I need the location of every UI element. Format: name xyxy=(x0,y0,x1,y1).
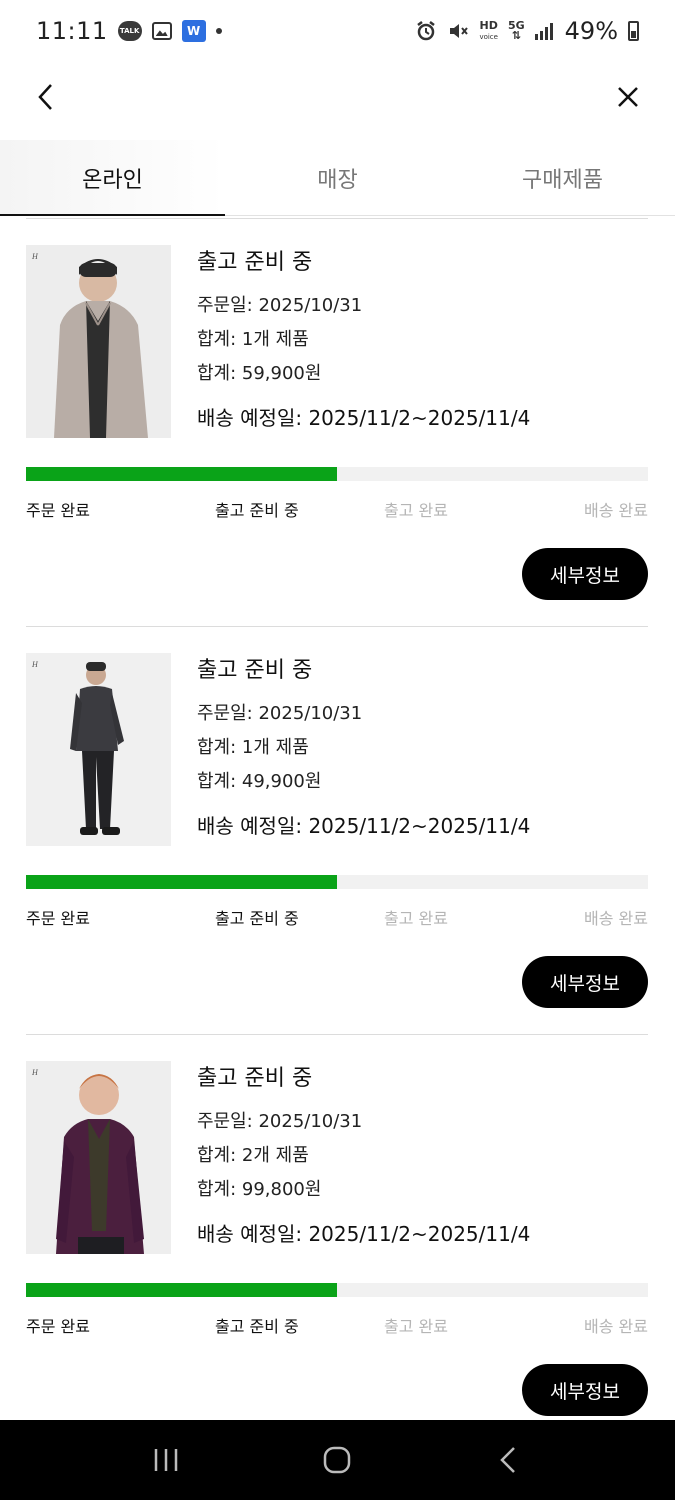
recent-apps-button[interactable] xyxy=(151,1445,181,1475)
clock: 11:11 xyxy=(36,17,108,45)
step-delivered: 배송 완료 xyxy=(584,909,648,928)
step-order-complete: 주문 완료 xyxy=(26,501,90,520)
order-info: 출고 준비 중 주문일: 2025/10/31 합계: 2개 제품 합계: 99… xyxy=(197,1061,530,1251)
chevron-left-icon xyxy=(38,84,52,110)
order-status: 출고 준비 중 xyxy=(197,658,313,683)
system-back-button[interactable] xyxy=(494,1445,524,1475)
details-button[interactable]: 세부정보 xyxy=(522,548,648,600)
order-list: H 출고 준비 중 주문일: 2025/10/31 합계: 1개 제품 합계: … xyxy=(26,218,648,1442)
shipping-progress-fill xyxy=(26,467,337,481)
purple-cardigan-image: H xyxy=(26,1061,171,1254)
shipping-progress-fill xyxy=(26,1283,337,1297)
order-card: H 출고 준비 중 주문일: 2025/10/31 합계: 2개 제품 합계: … xyxy=(26,1034,648,1442)
delivery-eta: 배송 예정일: 2025/11/2~2025/11/4 xyxy=(197,406,531,430)
mute-icon xyxy=(447,20,469,42)
beige-fleece-jacket-image: H xyxy=(26,245,171,438)
more-notifications-dot-icon xyxy=(215,28,222,34)
step-order-complete: 주문 완료 xyxy=(26,909,90,928)
kakaotalk-icon: TALK xyxy=(117,21,142,41)
product-thumbnail[interactable]: H xyxy=(26,653,171,846)
shipping-progress-bar xyxy=(26,467,648,481)
order-total: 합계: 49,900원 xyxy=(197,771,322,792)
order-tabs: 온라인 매장 구매제품 xyxy=(0,140,675,216)
status-bar: 11:11 TALK W HD voice 5G ⇅ 49% xyxy=(0,0,675,62)
tab-store[interactable]: 매장 xyxy=(225,140,450,215)
shipping-steps: 주문 완료 출고 준비 중 출고 완료 배송 완료 xyxy=(26,905,648,931)
step-preparing-shipment: 출고 준비 중 xyxy=(215,501,299,520)
step-shipped: 출고 완료 xyxy=(384,501,448,520)
order-date: 주문일: 2025/10/31 xyxy=(197,295,363,316)
status-bar-right: HD voice 5G ⇅ 49% xyxy=(415,17,639,45)
details-button[interactable]: 세부정보 xyxy=(522,956,648,1008)
step-preparing-shipment: 출고 준비 중 xyxy=(215,1317,299,1336)
order-status: 출고 준비 중 xyxy=(197,1066,313,1091)
app-notification-icon: W xyxy=(181,20,206,42)
shipping-progress-bar xyxy=(26,1283,648,1297)
close-icon xyxy=(618,87,638,107)
step-shipped: 출고 완료 xyxy=(384,909,448,928)
signal-icon xyxy=(534,22,555,40)
hd-label: HD xyxy=(479,18,498,32)
product-thumbnail[interactable]: H xyxy=(26,1061,171,1254)
order-date: 주문일: 2025/10/31 xyxy=(197,1111,363,1132)
order-card: H 출고 준비 중 주문일: 2025/10/31 합계: 1개 제품 합계: … xyxy=(26,626,648,1034)
order-info: 출고 준비 중 주문일: 2025/10/31 합계: 1개 제품 합계: 59… xyxy=(197,245,530,435)
home-icon xyxy=(324,1446,351,1474)
order-total: 합계: 59,900원 xyxy=(197,363,322,384)
step-shipped: 출고 완료 xyxy=(384,1317,448,1336)
order-item-count: 합계: 2개 제품 xyxy=(197,1145,309,1166)
step-preparing-shipment: 출고 준비 중 xyxy=(215,909,299,928)
home-button[interactable] xyxy=(322,1445,352,1475)
status-bar-left: 11:11 TALK W xyxy=(36,17,222,45)
order-date: 주문일: 2025/10/31 xyxy=(197,703,363,724)
order-status: 출고 준비 중 xyxy=(197,250,313,275)
system-back-icon xyxy=(500,1447,516,1473)
tab-online[interactable]: 온라인 xyxy=(0,140,225,216)
delivery-eta: 배송 예정일: 2025/11/2~2025/11/4 xyxy=(197,814,531,838)
battery-icon xyxy=(628,21,639,41)
order-item-count: 합계: 1개 제품 xyxy=(197,737,309,758)
step-delivered: 배송 완료 xyxy=(584,501,648,520)
alarm-icon xyxy=(415,20,437,42)
battery-percent: 49% xyxy=(564,17,618,45)
shipping-progress-bar xyxy=(26,875,648,889)
tab-purchased-products[interactable]: 구매제품 xyxy=(450,140,675,215)
order-card: H 출고 준비 중 주문일: 2025/10/31 합계: 1개 제품 합계: … xyxy=(26,218,648,626)
system-navigation-bar xyxy=(0,1420,675,1500)
delivery-eta: 배송 예정일: 2025/11/2~2025/11/4 xyxy=(197,1222,531,1246)
order-total: 합계: 99,800원 xyxy=(197,1179,322,1200)
top-navigation xyxy=(0,62,675,132)
order-info: 출고 준비 중 주문일: 2025/10/31 합계: 1개 제품 합계: 49… xyxy=(197,653,530,843)
product-thumbnail[interactable]: H xyxy=(26,245,171,438)
step-delivered: 배송 완료 xyxy=(584,1317,648,1336)
order-item-count: 합계: 1개 제품 xyxy=(197,329,309,350)
hd-voice-icon: HD voice xyxy=(479,18,498,42)
details-button[interactable]: 세부정보 xyxy=(522,1364,648,1416)
network-label: 5G xyxy=(507,19,525,32)
voice-label: voice xyxy=(479,32,498,41)
network-5g-icon: 5G ⇅ xyxy=(507,19,525,42)
shipping-steps: 주문 완료 출고 준비 중 출고 완료 배송 완료 xyxy=(26,497,648,523)
gallery-icon xyxy=(151,22,172,40)
step-order-complete: 주문 완료 xyxy=(26,1317,90,1336)
shipping-steps: 주문 완료 출고 준비 중 출고 완료 배송 완료 xyxy=(26,1313,648,1339)
back-button[interactable] xyxy=(30,80,64,114)
shipping-progress-fill xyxy=(26,875,337,889)
close-button[interactable] xyxy=(611,80,645,114)
recent-apps-icon xyxy=(154,1449,178,1471)
dark-blazer-image: H xyxy=(26,653,171,846)
